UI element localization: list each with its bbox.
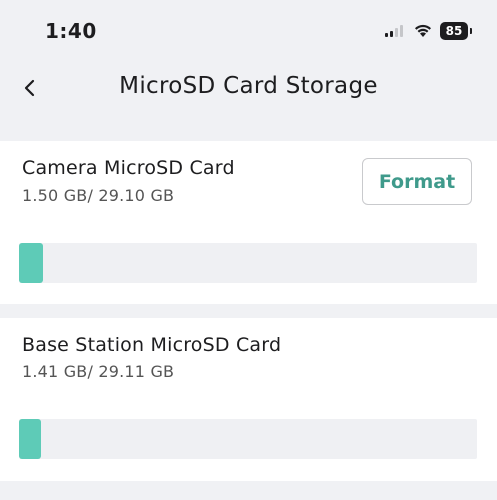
format-button[interactable]: Format <box>362 158 472 205</box>
storage-usage-text: 1.50 GB/ 29.10 GB <box>22 186 175 205</box>
storage-progress-fill <box>19 243 43 283</box>
wifi-icon <box>415 24 431 37</box>
base-station-sd-card-panel: Base Station MicroSD Card 1.41 GB/ 29.11… <box>0 318 497 481</box>
cellular-signal-icon <box>385 25 403 37</box>
camera-sd-card-panel: Camera MicroSD Card 1.50 GB/ 29.10 GB Fo… <box>0 141 497 304</box>
battery-cap <box>470 28 472 34</box>
storage-progress-fill <box>19 419 41 459</box>
status-bar: 1:40 85 <box>0 0 497 62</box>
storage-progress-bar <box>19 243 477 283</box>
card-title: Base Station MicroSD Card <box>22 334 282 356</box>
card-title: Camera MicroSD Card <box>22 157 235 179</box>
page-title: MicroSD Card Storage <box>119 73 378 99</box>
battery-icon: 85 <box>440 22 468 40</box>
navigation-bar: MicroSD Card Storage <box>0 62 497 114</box>
storage-usage-text: 1.41 GB/ 29.11 GB <box>22 362 175 381</box>
status-time: 1:40 <box>45 19 97 43</box>
storage-progress-bar <box>19 419 477 459</box>
